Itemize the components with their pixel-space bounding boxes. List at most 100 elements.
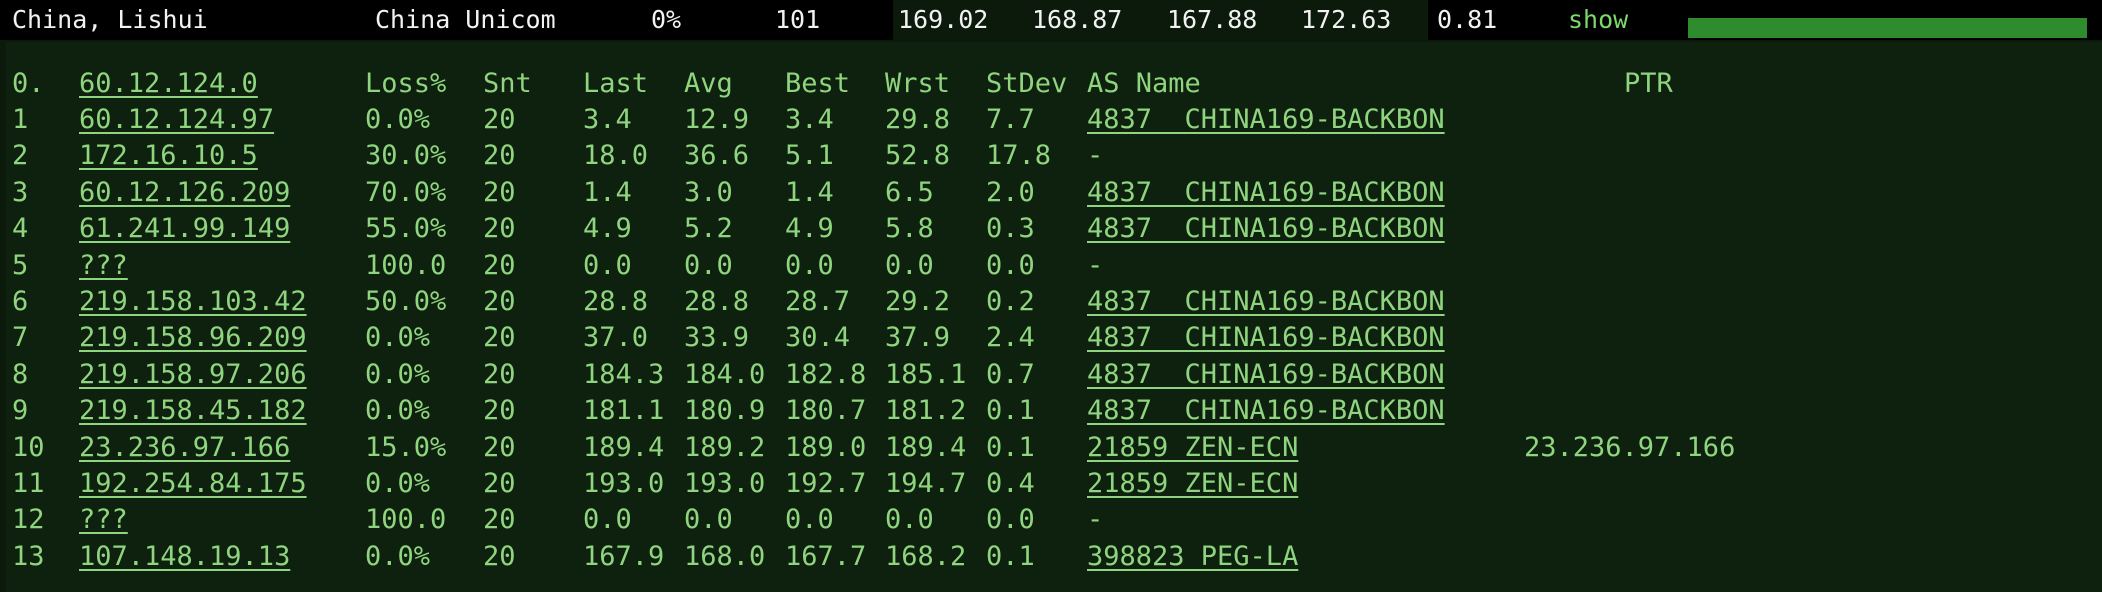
- loss-cell: 100.0: [365, 249, 447, 281]
- as-name-cell[interactable]: 21859 ZEN-ECN: [1087, 430, 1298, 466]
- stdev-cell: 17.8: [986, 140, 1052, 172]
- wrst-cell: 185.1: [885, 358, 967, 390]
- hop-number: 10: [12, 431, 45, 463]
- loss-cell: 0.0%: [365, 468, 431, 499]
- wrst-cell: 37.9: [885, 322, 951, 354]
- as-name-cell: -: [1087, 140, 1104, 172]
- wrst-cell: 181.2: [885, 395, 967, 427]
- best-cell: 3.4: [785, 104, 834, 135]
- progress-bar: [1688, 18, 2087, 38]
- snt-cell: 20: [483, 286, 516, 317]
- loss-header: Loss%: [365, 68, 447, 99]
- best-cell: 5.1: [785, 140, 834, 172]
- host-link[interactable]: 23.236.97.166: [79, 430, 290, 466]
- snt-cell: 20: [483, 176, 516, 208]
- as-name-cell[interactable]: 4837 CHINA169-BACKBON: [1087, 320, 1445, 356]
- as-name-cell[interactable]: 4837 CHINA169-BACKBON: [1087, 211, 1445, 247]
- as-name-cell[interactable]: 21859 ZEN-ECN: [1087, 466, 1298, 502]
- snt-cell: 20: [483, 140, 516, 172]
- as-name-cell[interactable]: 4837 CHINA169-BACKBON: [1087, 393, 1445, 429]
- ptr-header: PTR: [1624, 68, 1673, 99]
- traceroute-panel: 0. 60.12.124.0 Loss% Snt Last Avg Best W…: [6, 42, 2102, 592]
- as-name-cell: -: [1087, 249, 1104, 281]
- host-link[interactable]: 219.158.97.206: [79, 357, 307, 393]
- latency-metrics: 169.02 168.87 167.88 172.63: [893, 0, 1428, 40]
- snt-cell: 20: [483, 504, 516, 536]
- last-cell: 189.4: [583, 431, 665, 463]
- last-cell: 1.4: [583, 176, 632, 208]
- wrst-cell: 5.8: [885, 213, 934, 245]
- snt-cell: 20: [483, 431, 516, 463]
- as-name-cell[interactable]: 4837 CHINA169-BACKBON: [1087, 357, 1445, 393]
- target-host-link[interactable]: 60.12.124.0: [79, 66, 258, 102]
- last-cell: 28.8: [583, 286, 649, 317]
- avg-cell: 5.2: [684, 213, 733, 245]
- as-name-cell[interactable]: 4837 CHINA169-BACKBON: [1087, 102, 1445, 138]
- host-link[interactable]: 60.12.124.97: [79, 102, 274, 138]
- ptr-cell: 23.236.97.166: [1524, 431, 1736, 463]
- hop-number: 4: [12, 213, 29, 245]
- snt-header: Snt: [483, 68, 532, 99]
- hop-number: 13: [12, 540, 45, 572]
- avg-cell: 184.0: [684, 358, 766, 390]
- best-cell: 4.9: [785, 213, 834, 245]
- snt-cell: 20: [483, 395, 516, 427]
- as-name-cell: -: [1087, 504, 1104, 536]
- stdev-header: StDev: [986, 68, 1068, 99]
- as-name-cell[interactable]: 4837 CHINA169-BACKBON: [1087, 175, 1445, 211]
- best-header: Best: [785, 68, 851, 99]
- host-link[interactable]: 219.158.96.209: [79, 320, 307, 356]
- host-link[interactable]: 107.148.19.13: [79, 539, 290, 575]
- wrst-cell: 0.0: [885, 504, 934, 536]
- avg-cell: 33.9: [684, 322, 750, 354]
- metric-worst: 172.63: [1301, 5, 1392, 34]
- best-cell: 28.7: [785, 286, 851, 317]
- host-link[interactable]: ???: [79, 248, 128, 284]
- avg-cell: 36.6: [684, 140, 750, 172]
- hop-number: 8: [12, 358, 29, 390]
- show-details-link[interactable]: show: [1568, 0, 1628, 40]
- avg-cell: 12.9: [684, 104, 750, 135]
- avg-cell: 3.0: [684, 176, 733, 208]
- stdev-cell: 0.3: [986, 213, 1035, 245]
- best-cell: 180.7: [785, 395, 867, 427]
- as-name-cell[interactable]: 398823 PEG-LA: [1087, 539, 1298, 575]
- host-link[interactable]: 172.16.10.5: [79, 138, 258, 174]
- avg-cell: 180.9: [684, 395, 766, 427]
- last-cell: 3.4: [583, 104, 632, 135]
- snt-cell: 20: [483, 249, 516, 281]
- stdev-cell: 0.4: [986, 468, 1035, 499]
- wrst-header: Wrst: [885, 68, 951, 99]
- loss-cell: 55.0%: [365, 213, 447, 245]
- metric-stdev: 0.81: [1437, 5, 1498, 34]
- stdev-cell: 7.7: [986, 104, 1035, 135]
- host-link[interactable]: 219.158.45.182: [79, 393, 307, 429]
- snt-cell: 20: [483, 322, 516, 354]
- last-cell: 18.0: [583, 140, 649, 172]
- host-link[interactable]: 192.254.84.175: [79, 466, 307, 502]
- hops-value: 101: [775, 5, 821, 34]
- best-cell: 182.8: [785, 358, 867, 390]
- avg-cell: 0.0: [684, 504, 733, 536]
- stdev-cell: 2.0: [986, 176, 1035, 208]
- host-link[interactable]: 60.12.126.209: [79, 175, 290, 211]
- loss-value: 0%: [651, 5, 682, 34]
- hop-number: 2: [12, 140, 29, 172]
- host-link[interactable]: 61.241.99.149: [79, 211, 290, 247]
- location-label: China, Lishui: [12, 5, 208, 34]
- summary-row: China, Lishui China Unicom 0% 101 169.02…: [0, 0, 2102, 40]
- loss-cell: 70.0%: [365, 176, 447, 208]
- avg-cell: 0.0: [684, 249, 733, 281]
- as-name-cell[interactable]: 4837 CHINA169-BACKBON: [1087, 284, 1445, 320]
- host-link[interactable]: ???: [79, 502, 128, 538]
- last-cell: 0.0: [583, 504, 632, 536]
- as-name-header: AS Name: [1087, 68, 1201, 99]
- hop-number: 12: [12, 504, 45, 536]
- wrst-cell: 189.4: [885, 431, 967, 463]
- hop-number: 11: [12, 468, 45, 499]
- host-link[interactable]: 219.158.103.42: [79, 284, 307, 320]
- hop-number: 5: [12, 249, 29, 281]
- last-cell: 181.1: [583, 395, 665, 427]
- wrst-cell: 0.0: [885, 249, 934, 281]
- wrst-cell: 29.2: [885, 286, 951, 317]
